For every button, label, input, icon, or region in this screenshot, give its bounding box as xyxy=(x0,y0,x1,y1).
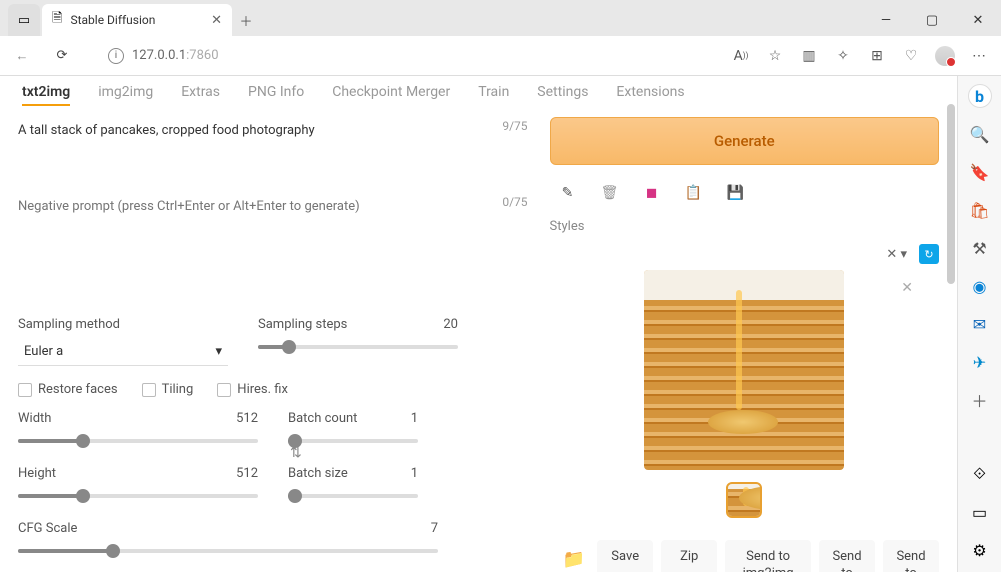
hires-fix-checkbox[interactable]: Hires. fix xyxy=(217,382,288,397)
site-info-icon[interactable]: i xyxy=(108,48,124,64)
prompt-counter: 9/75 xyxy=(502,119,527,133)
zip-button[interactable]: Zip xyxy=(661,540,717,572)
add-app-icon[interactable]: ＋ xyxy=(968,388,992,412)
send-icon[interactable]: ✈ xyxy=(968,350,992,374)
width-slider[interactable] xyxy=(18,432,258,450)
address-bar: ← ⟳ i 127.0.0.1:7860 A)) ☆ ▥ ✧ ⊞ ♡ ⋯ xyxy=(0,36,1001,76)
clipboard-icon[interactable]: 📋 xyxy=(684,183,704,203)
profile-icon[interactable] xyxy=(935,46,955,66)
generate-button[interactable]: Generate xyxy=(550,117,939,165)
tools-icon[interactable]: ⚒ xyxy=(968,236,992,260)
restore-faces-checkbox[interactable]: Restore faces xyxy=(18,382,118,397)
swap-dimensions-icon[interactable]: ⇅ xyxy=(290,445,302,461)
shopping-icon[interactable]: 🛍 xyxy=(968,198,992,222)
close-output-icon[interactable]: ✕ xyxy=(901,280,913,296)
performance-icon[interactable]: ⟐ xyxy=(968,462,992,486)
tab-settings[interactable]: Settings xyxy=(537,84,588,106)
prompt-input[interactable] xyxy=(18,117,532,177)
width-value: 512 xyxy=(236,411,258,426)
page-body: txt2img img2img Extras PNG Info Checkpoi… xyxy=(0,76,957,572)
styles-clear-icon[interactable]: ✕ ▾ xyxy=(886,247,907,262)
height-value: 512 xyxy=(236,466,258,481)
globe-icon[interactable]: ◉ xyxy=(968,274,992,298)
batch-size-slider[interactable] xyxy=(288,487,418,505)
batch-count-label: Batch count xyxy=(288,411,418,426)
output-thumbnail[interactable] xyxy=(726,482,762,518)
reload-button[interactable]: ⟳ xyxy=(48,42,76,70)
cfg-label: CFG Scale xyxy=(18,521,438,536)
browser-tab[interactable]: 🗎 Stable Diffusion ✕ xyxy=(42,4,232,36)
tiling-checkbox[interactable]: Tiling xyxy=(142,382,194,397)
tab-pnginfo[interactable]: PNG Info xyxy=(248,84,304,106)
height-label: Height xyxy=(18,466,258,481)
save-button[interactable]: Save xyxy=(597,540,653,572)
send-to-img2img-button[interactable]: Send to img2img xyxy=(725,540,811,572)
tab-img2img[interactable]: img2img xyxy=(98,84,153,106)
more-menu-icon[interactable]: ⋯ xyxy=(969,46,989,66)
sampling-steps-slider[interactable] xyxy=(258,338,458,356)
tab-extras[interactable]: Extras xyxy=(181,84,220,106)
edge-sidebar: b 🔍 🔖 🛍 ⚒ ◉ ✉ ✈ ＋ ⟐ ▭ ⚙ xyxy=(957,76,1001,572)
width-label: Width xyxy=(18,411,258,426)
batch-count-value: 1 xyxy=(411,411,418,426)
settings-icon[interactable]: ⚙ xyxy=(968,538,992,562)
extensions-icon[interactable]: ⊞ xyxy=(867,46,887,66)
tab-txt2img[interactable]: txt2img xyxy=(22,84,70,106)
batch-size-value: 1 xyxy=(411,466,418,481)
tab-title: Stable Diffusion xyxy=(70,13,203,27)
scrollbar[interactable] xyxy=(947,104,955,284)
favorite-icon[interactable]: ☆ xyxy=(765,46,785,66)
sampling-method-label: Sampling method xyxy=(18,317,228,332)
bookmark-icon[interactable]: ◼ xyxy=(642,183,662,203)
panel-icon[interactable]: ▭ xyxy=(968,500,992,524)
outlook-icon[interactable]: ✉ xyxy=(968,312,992,336)
negative-prompt-input[interactable] xyxy=(18,193,532,253)
save-style-icon[interactable]: 💾 xyxy=(726,183,746,203)
batch-size-label: Batch size xyxy=(288,466,418,481)
page-icon: 🗎 xyxy=(52,9,62,31)
close-tab-icon[interactable]: ✕ xyxy=(211,13,222,28)
close-window-button[interactable]: ✕ xyxy=(955,4,1001,36)
neg-prompt-counter: 0/75 xyxy=(502,195,527,209)
url-host: 127.0.0.1 xyxy=(132,48,186,63)
tag-icon[interactable]: 🔖 xyxy=(968,160,992,184)
cfg-value: 7 xyxy=(431,521,438,536)
collections-icon[interactable]: ✧ xyxy=(833,46,853,66)
tab-checkpoint[interactable]: Checkpoint Merger xyxy=(332,84,450,106)
minimize-button[interactable]: — xyxy=(863,4,909,36)
url-port: :7860 xyxy=(186,48,218,63)
sampling-method-dropdown[interactable]: Euler a ▾ xyxy=(18,338,228,366)
generated-image[interactable] xyxy=(644,270,844,470)
styles-refresh-icon[interactable]: ↻ xyxy=(919,244,939,264)
read-aloud-icon[interactable]: A)) xyxy=(731,46,751,66)
back-button[interactable]: ← xyxy=(8,42,36,70)
sampling-steps-value: 20 xyxy=(443,317,458,332)
styles-label: Styles xyxy=(550,219,939,234)
trash-icon[interactable]: 🗑 xyxy=(600,183,620,203)
tab-train[interactable]: Train xyxy=(478,84,509,106)
url-box[interactable]: i 127.0.0.1:7860 xyxy=(108,48,719,64)
cfg-slider[interactable] xyxy=(18,542,438,560)
chevron-down-icon: ▾ xyxy=(215,344,222,359)
sampling-steps-label: Sampling steps xyxy=(258,317,458,332)
tab-extensions[interactable]: Extensions xyxy=(616,84,684,106)
height-slider[interactable] xyxy=(18,487,258,505)
new-tab-button[interactable]: ＋ xyxy=(232,4,260,36)
reading-list-icon[interactable]: ▥ xyxy=(799,46,819,66)
open-folder-button[interactable]: 📁 xyxy=(550,540,590,572)
send-to-inpaint-button[interactable]: Send to xyxy=(819,540,875,572)
send-to-extras-button[interactable]: Send to xyxy=(883,540,939,572)
search-icon[interactable]: 🔍 xyxy=(968,122,992,146)
batch-count-slider[interactable] xyxy=(288,432,418,450)
sync-icon[interactable]: ♡ xyxy=(901,46,921,66)
tabs-menu-button[interactable]: ▭ xyxy=(8,4,40,36)
window-titlebar: ▭ 🗎 Stable Diffusion ✕ ＋ — ▢ ✕ xyxy=(0,0,1001,36)
maximize-button[interactable]: ▢ xyxy=(909,4,955,36)
app-tabs: txt2img img2img Extras PNG Info Checkpoi… xyxy=(0,76,957,117)
paintbrush-icon[interactable]: ✎ xyxy=(558,183,578,203)
bing-icon[interactable]: b xyxy=(968,84,992,108)
